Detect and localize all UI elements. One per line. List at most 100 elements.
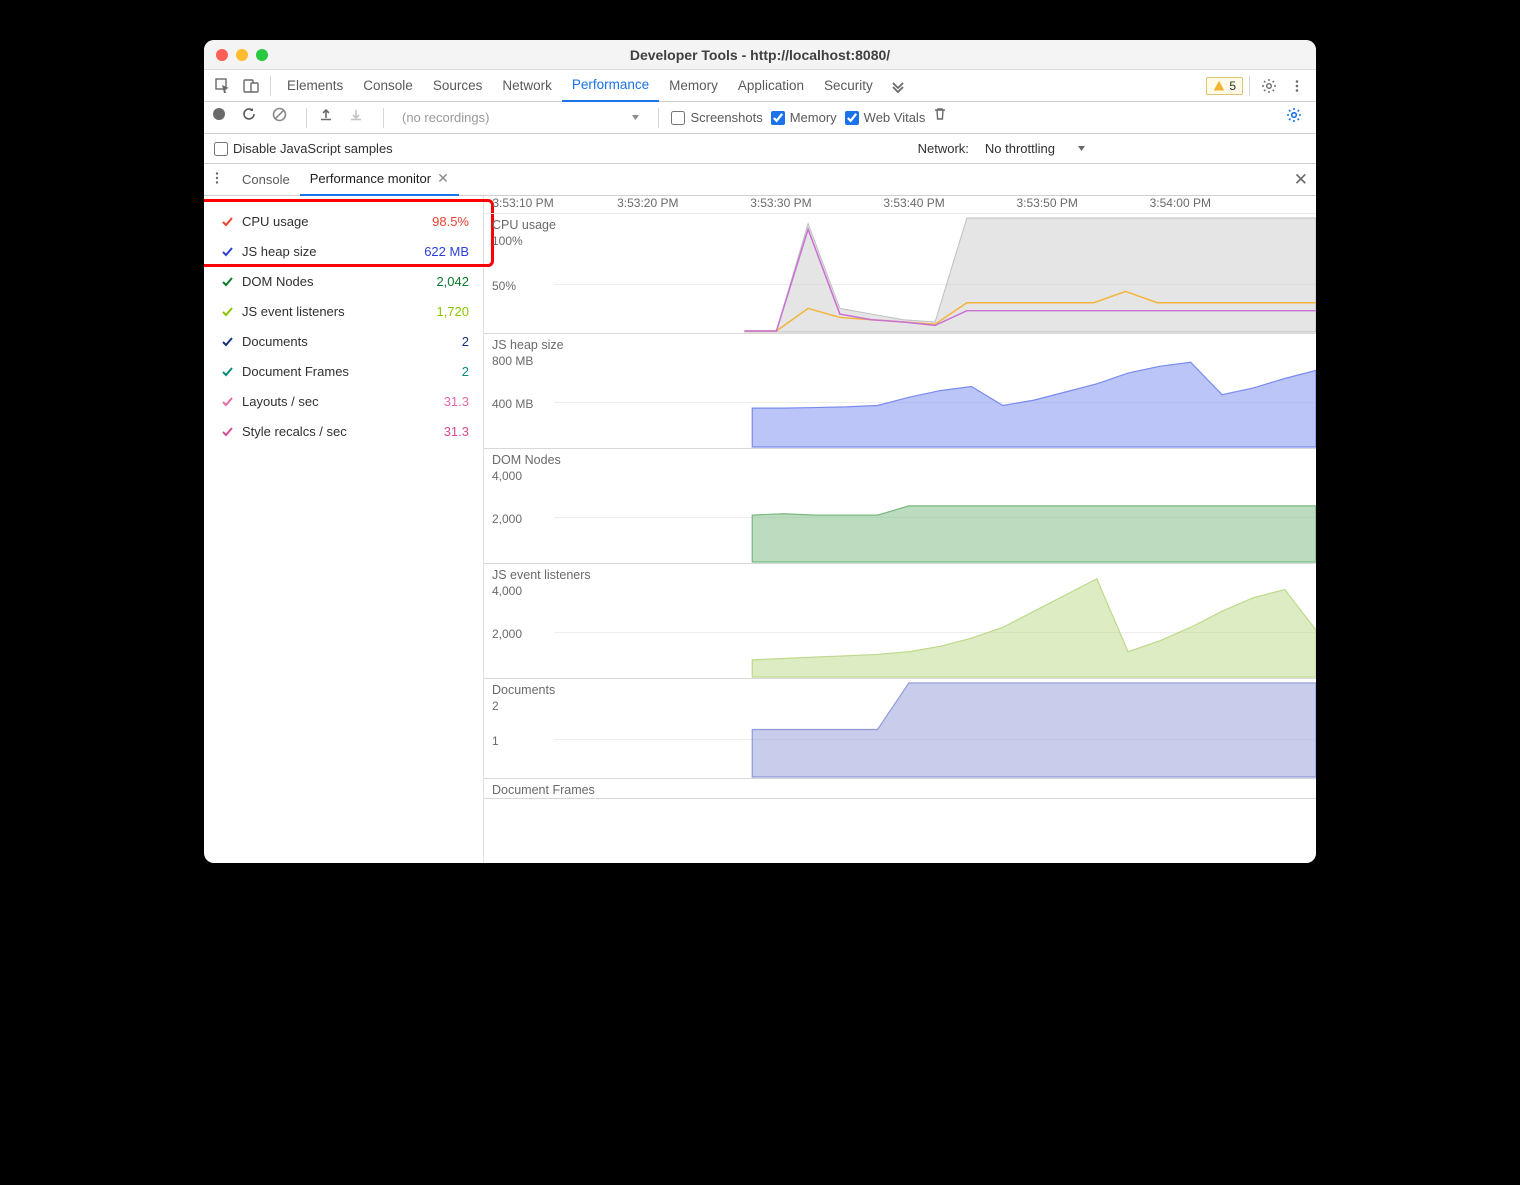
traffic-lights [204, 49, 268, 61]
check-icon [218, 275, 236, 288]
perf-monitor-body: CPU usage98.5%JS heap size622 MBDOM Node… [204, 196, 1316, 863]
perf-toolbar: (no recordings) Screenshots Memory Web V… [204, 102, 1316, 134]
check-icon [218, 395, 236, 408]
record-button[interactable] [212, 107, 234, 129]
metric-value: 2 [462, 364, 469, 379]
perf-settings-icon[interactable] [1286, 107, 1308, 129]
metric-label: JS event listeners [236, 304, 436, 319]
metric-documents[interactable]: Documents2 [208, 326, 479, 356]
zoom-window-button[interactable] [256, 49, 268, 61]
metric-label: CPU usage [236, 214, 432, 229]
charts-area: 3:53:10 PM3:53:20 PM3:53:30 PM3:53:40 PM… [484, 196, 1316, 863]
chart-cpu-usage: CPU usage100%50% [484, 214, 1316, 334]
metric-style-recalcs-sec[interactable]: Style recalcs / sec31.3 [208, 416, 479, 446]
window-title: Developer Tools - http://localhost:8080/ [204, 47, 1316, 63]
chart-documents: Documents21 [484, 679, 1316, 779]
metric-js-heap-size[interactable]: JS heap size622 MB [208, 236, 479, 266]
metric-label: Layouts / sec [236, 394, 444, 409]
metric-document-frames[interactable]: Document Frames2 [208, 356, 479, 386]
metric-label: Documents [236, 334, 462, 349]
metric-value: 1,720 [436, 304, 469, 319]
recordings-select[interactable]: (no recordings) [396, 110, 646, 125]
check-icon [218, 365, 236, 378]
metric-label: DOM Nodes [236, 274, 436, 289]
divider [306, 108, 307, 128]
drawer-tab-performance-monitor[interactable]: Performance monitor✕ [300, 164, 459, 196]
perf-settings-row: Disable JavaScript samples Network: No t… [204, 134, 1316, 164]
network-throttle-select[interactable]: Network: No throttling [918, 141, 1086, 156]
upload-icon[interactable] [319, 107, 341, 129]
download-icon[interactable] [349, 107, 371, 129]
memory-label: Memory [790, 110, 837, 125]
network-label: Network: [918, 141, 969, 156]
tab-performance[interactable]: Performance [562, 70, 659, 102]
device-toggle-icon[interactable] [238, 73, 264, 99]
metric-label: Style recalcs / sec [236, 424, 444, 439]
metric-value: 2 [462, 334, 469, 349]
metrics-sidebar: CPU usage98.5%JS heap size622 MBDOM Node… [204, 196, 484, 863]
check-icon [218, 245, 236, 258]
clear-button[interactable] [272, 107, 294, 129]
devtools-window: Developer Tools - http://localhost:8080/… [204, 40, 1316, 863]
check-icon [218, 215, 236, 228]
time-tick: 3:53:30 PM [750, 196, 811, 210]
check-icon [218, 335, 236, 348]
close-window-button[interactable] [216, 49, 228, 61]
more-tabs-icon[interactable] [885, 73, 911, 99]
webvitals-checkbox[interactable]: Web Vitals [845, 110, 926, 125]
main-tabs: ElementsConsoleSourcesNetworkPerformance… [204, 70, 1316, 102]
tab-console[interactable]: Console [353, 70, 423, 102]
minimize-window-button[interactable] [236, 49, 248, 61]
chart-js-heap-size: JS heap size800 MB400 MB [484, 334, 1316, 449]
chart-js-event-listeners: JS event listeners4,0002,000 [484, 564, 1316, 679]
inspect-icon[interactable] [210, 73, 236, 99]
divider [270, 76, 271, 96]
metric-label: JS heap size [236, 244, 424, 259]
metric-value: 2,042 [436, 274, 469, 289]
reload-record-button[interactable] [242, 107, 264, 129]
time-tick: 3:53:40 PM [883, 196, 944, 210]
drawer-tab-console[interactable]: Console [232, 164, 300, 196]
kebab-menu-icon[interactable] [1284, 73, 1310, 99]
check-icon [218, 305, 236, 318]
titlebar: Developer Tools - http://localhost:8080/ [204, 40, 1316, 70]
metric-value: 31.3 [444, 424, 469, 439]
metric-js-event-listeners[interactable]: JS event listeners1,720 [208, 296, 479, 326]
tab-security[interactable]: Security [814, 70, 883, 102]
warnings-badge[interactable]: 5 [1206, 77, 1243, 95]
metric-dom-nodes[interactable]: DOM Nodes2,042 [208, 266, 479, 296]
metric-layouts-sec[interactable]: Layouts / sec31.3 [208, 386, 479, 416]
tab-network[interactable]: Network [492, 70, 562, 102]
time-axis: 3:53:10 PM3:53:20 PM3:53:30 PM3:53:40 PM… [484, 196, 1316, 214]
tab-elements[interactable]: Elements [277, 70, 353, 102]
drawer-kebab-icon[interactable] [210, 171, 232, 188]
time-tick: 3:54:00 PM [1150, 196, 1211, 210]
time-tick: 3:53:10 PM [492, 196, 553, 210]
metric-value: 31.3 [444, 394, 469, 409]
disable-js-label: Disable JavaScript samples [233, 141, 393, 156]
metric-value: 622 MB [424, 244, 469, 259]
screenshots-label: Screenshots [690, 110, 762, 125]
check-icon [218, 425, 236, 438]
memory-checkbox[interactable]: Memory [771, 110, 837, 125]
recordings-placeholder: (no recordings) [402, 110, 489, 125]
metric-cpu-usage[interactable]: CPU usage98.5% [208, 206, 479, 236]
drawer-tabs: ConsolePerformance monitor✕ ✕ [204, 164, 1316, 196]
chart-document-frames: Document Frames [484, 779, 1316, 799]
metric-value: 98.5% [432, 214, 469, 229]
settings-icon[interactable] [1256, 73, 1282, 99]
tab-memory[interactable]: Memory [659, 70, 728, 102]
disable-js-samples-checkbox[interactable]: Disable JavaScript samples [214, 141, 393, 156]
warnings-count: 5 [1229, 79, 1236, 93]
tab-application[interactable]: Application [728, 70, 814, 102]
screenshots-checkbox[interactable]: Screenshots [671, 110, 762, 125]
chart-dom-nodes: DOM Nodes4,0002,000 [484, 449, 1316, 564]
metric-label: Document Frames [236, 364, 462, 379]
divider [658, 108, 659, 128]
divider [383, 108, 384, 128]
network-value: No throttling [985, 141, 1055, 156]
trash-icon[interactable] [933, 107, 955, 129]
drawer-close-icon[interactable]: ✕ [1294, 170, 1308, 190]
close-icon[interactable]: ✕ [437, 170, 449, 187]
tab-sources[interactable]: Sources [423, 70, 493, 102]
